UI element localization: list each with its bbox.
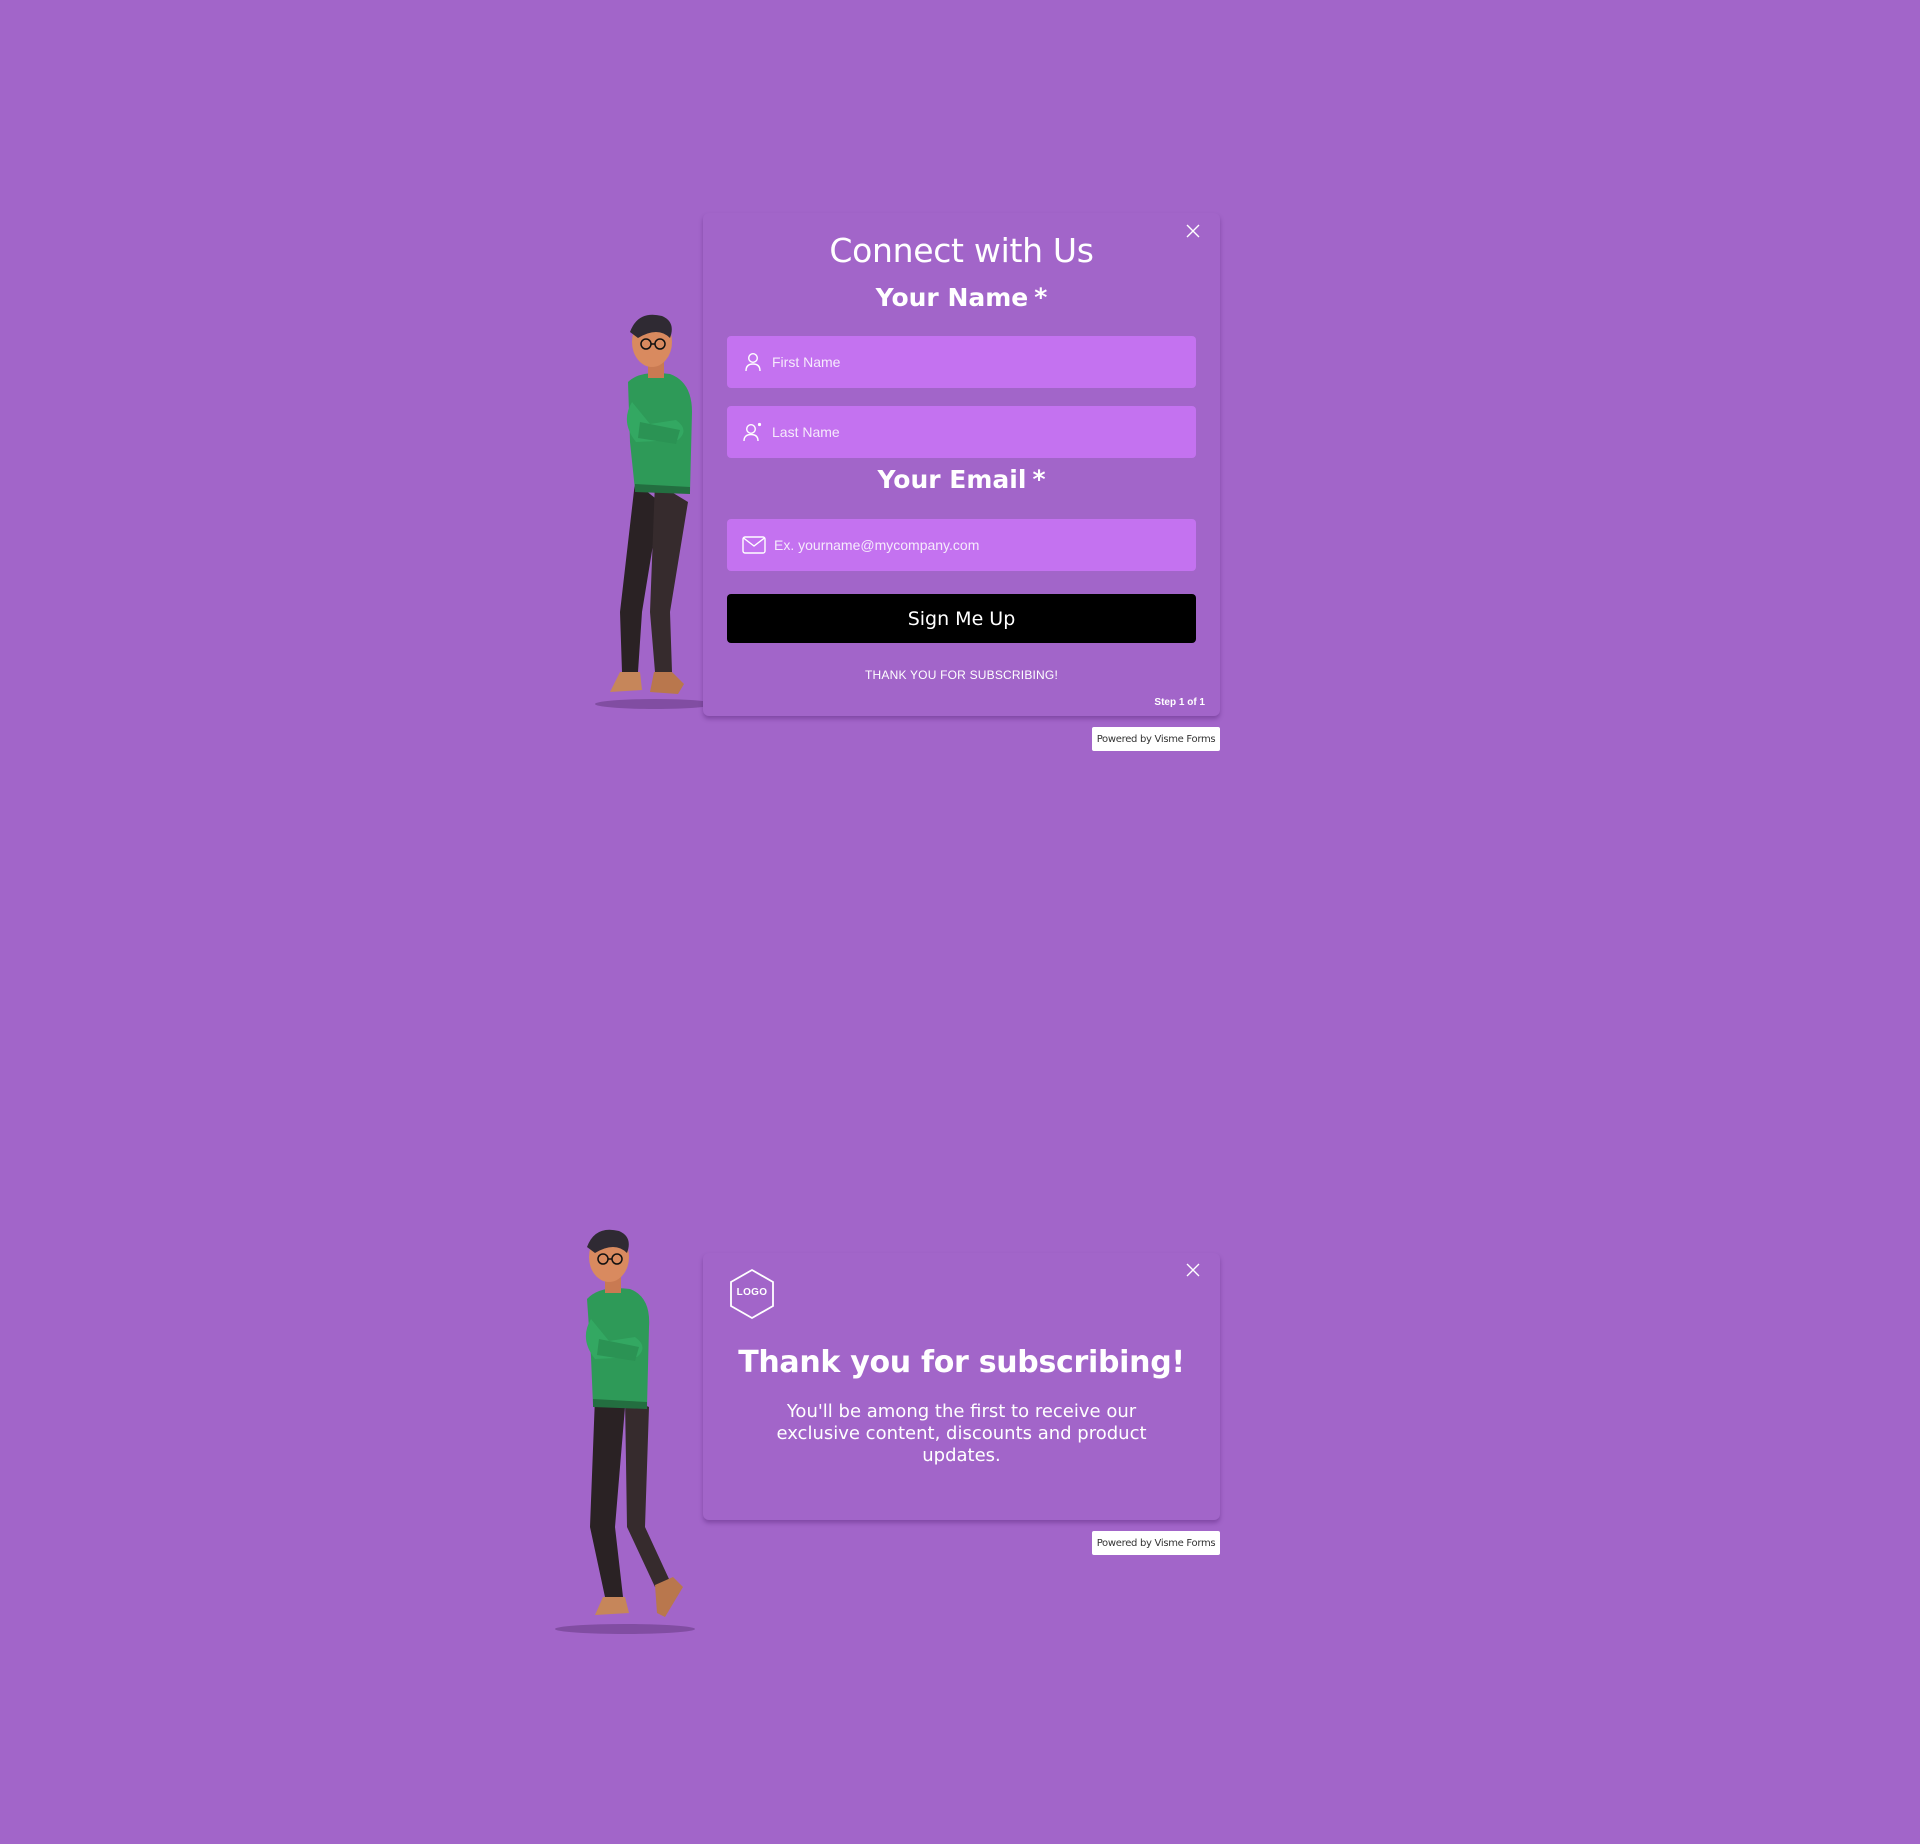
user-add-icon [741, 420, 765, 444]
step-indicator: Step 1 of 1 [1154, 697, 1205, 708]
first-name-field[interactable] [727, 336, 1196, 388]
name-label-text: Your Name [875, 283, 1029, 312]
user-icon [741, 350, 765, 374]
last-name-field[interactable] [727, 406, 1196, 458]
thank-you-title: Thank you for subscribing! [738, 1345, 1185, 1380]
success-message: THANK YOU FOR SUBSCRIBING! [864, 668, 1058, 682]
thank-you-message: You'll be among the first to receive our… [776, 1401, 1147, 1466]
powered-by-badge[interactable]: Powered by Visme Forms [1092, 1531, 1220, 1555]
thank-you-card: LOGO Thank you for subscribing! You'll b… [703, 1253, 1220, 1520]
email-label: Your Email * [703, 465, 1220, 494]
email-label-text: Your Email [877, 465, 1027, 494]
close-button[interactable] [1181, 1258, 1205, 1282]
signup-form-card: Connect with Us Your Name* Your Email* [703, 213, 1220, 716]
character-illustration [555, 1229, 695, 1634]
logo: LOGO [729, 1268, 775, 1320]
close-icon [1186, 1263, 1200, 1277]
logo-text: LOGO [736, 1287, 768, 1298]
character-illustration [595, 314, 710, 709]
required-marker: * [1034, 283, 1048, 312]
sign-up-button[interactable]: Sign Me Up [727, 594, 1196, 643]
name-label: Your Name * [703, 283, 1220, 312]
required-marker: * [1032, 465, 1046, 494]
form-title: Connect with Us [829, 231, 1094, 270]
email-input[interactable] [774, 519, 1196, 571]
powered-by-badge[interactable]: Powered by Visme Forms [1092, 727, 1220, 751]
last-name-input[interactable] [772, 406, 1196, 458]
mail-icon [741, 533, 767, 557]
first-name-input[interactable] [772, 336, 1196, 388]
email-field[interactable] [727, 519, 1196, 571]
